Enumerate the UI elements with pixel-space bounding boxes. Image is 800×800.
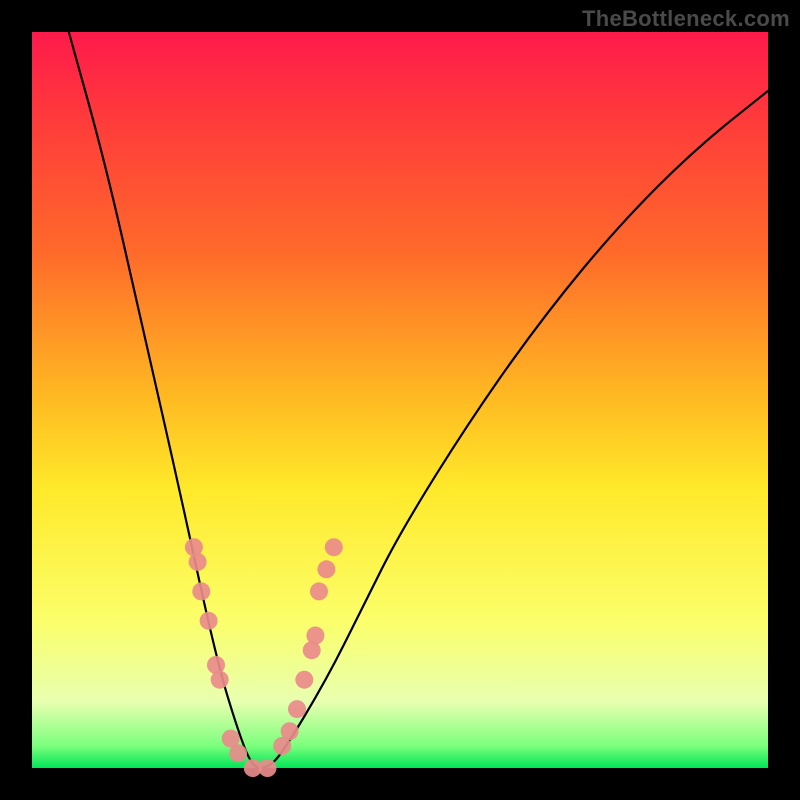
highlight-marker (281, 722, 299, 740)
highlight-marker (192, 582, 210, 600)
curve-svg (32, 32, 768, 768)
highlight-marker (229, 744, 247, 762)
highlight-markers (185, 538, 343, 777)
bottleneck-curve (69, 32, 768, 768)
highlight-marker (317, 560, 335, 578)
highlight-marker (310, 582, 328, 600)
highlight-marker (325, 538, 343, 556)
highlight-marker (295, 671, 313, 689)
highlight-marker (200, 612, 218, 630)
highlight-marker (189, 553, 207, 571)
highlight-marker (306, 627, 324, 645)
plot-area (32, 32, 768, 768)
watermark-text: TheBottleneck.com (582, 6, 790, 32)
highlight-marker (288, 700, 306, 718)
highlight-marker (211, 671, 229, 689)
highlight-marker (259, 759, 277, 777)
chart-frame: TheBottleneck.com (0, 0, 800, 800)
